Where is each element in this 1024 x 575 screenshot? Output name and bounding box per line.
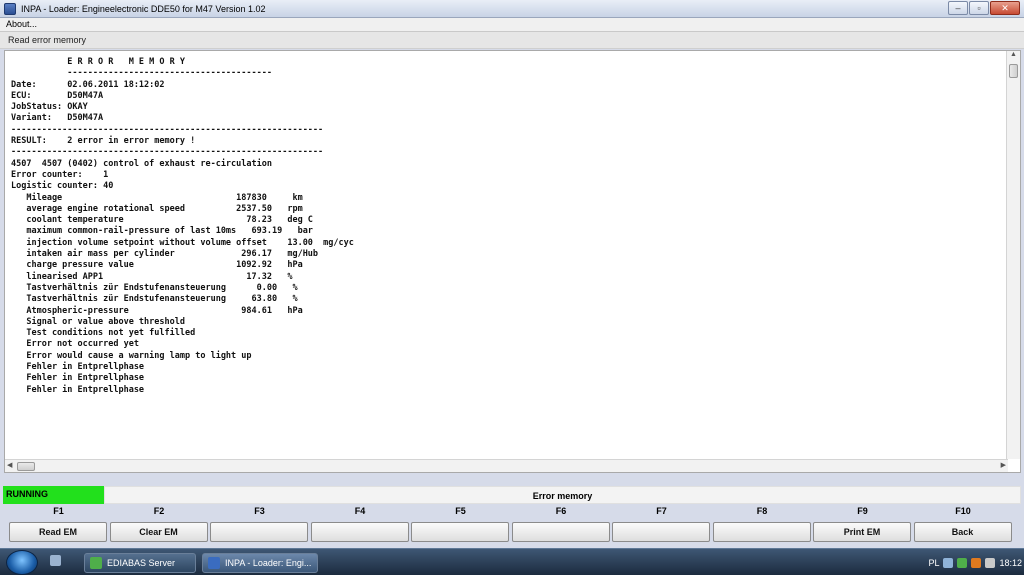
output-line: Test conditions not yet fulfilled — [11, 328, 196, 339]
taskbar-item-label: INPA - Loader: Engi... — [225, 558, 312, 568]
taskbar-item-label: EDIABAS Server — [107, 558, 176, 568]
fkey-label-f3: F3 — [254, 506, 265, 516]
output-line: Logistic counter: 40 — [11, 181, 114, 192]
output-line: ----------------------------------------… — [11, 124, 324, 135]
output-line: coolant temperature 78.23 deg C — [11, 215, 313, 226]
output-line: ----------------------------------------… — [11, 147, 324, 158]
network-icon[interactable] — [957, 558, 968, 568]
horizontal-scrollbar[interactable]: ◀ ▶ — [5, 459, 1008, 472]
fkey-label-f8: F8 — [756, 506, 768, 516]
minimize-button[interactable]: – — [948, 1, 968, 15]
output-line: Mileage 187830 km — [11, 192, 303, 203]
output-line: ---------------------------------------- — [11, 68, 272, 79]
panel-header: Read error memory — [0, 32, 1024, 49]
menu-bar: About... — [0, 18, 1024, 32]
output-line: Tastverhältnis zür Endstufenansteuerung … — [11, 282, 298, 293]
fkey-button-f2[interactable]: Clear EM — [109, 522, 208, 542]
language-indicator[interactable]: PL — [928, 558, 939, 568]
fkey-button-f9[interactable]: Print EM — [813, 522, 911, 542]
output-line: Variant: D50M47A — [11, 113, 104, 124]
output-line: average engine rotational speed 2537.50 … — [11, 203, 303, 214]
clock[interactable]: 18:12 — [999, 558, 1022, 568]
output-line: Atmospheric-pressure 984.61 hPa — [11, 305, 303, 316]
inpa-icon — [208, 557, 220, 569]
window-controls: – ▫ ✕ — [948, 1, 1020, 15]
output-line: JobStatus: OKAY — [11, 102, 88, 113]
fkey-label-f1: F1 — [53, 506, 64, 516]
output-line: charge pressure value 1092.92 hPa — [11, 260, 303, 271]
tray-icon[interactable] — [943, 558, 954, 568]
system-tray: PL 18:12 — [928, 553, 1022, 573]
output-line: ECU: D50M47A — [11, 90, 104, 101]
tray-app-icon[interactable] — [971, 558, 982, 568]
window-title: INPA - Loader: Engineelectronic DDE50 fo… — [21, 3, 266, 14]
output-line: Fehler in Entprellphase — [11, 384, 145, 395]
taskbar-item-ediabas[interactable]: EDIABAS Server — [84, 553, 196, 573]
start-button[interactable] — [6, 550, 38, 575]
output-line: 4507 4507 (0402) control of exhaust re-c… — [11, 158, 272, 169]
volume-icon[interactable] — [985, 558, 996, 568]
fkey-label-f6: F6 — [555, 506, 567, 516]
output-line: Error would cause a warning lamp to ligh… — [11, 350, 252, 361]
fkey-label-f5: F5 — [455, 506, 466, 516]
maximize-button[interactable]: ▫ — [969, 1, 989, 15]
output-line: intaken air mass per cylinder 296.17 mg/… — [11, 249, 319, 260]
fkey-button-f6[interactable] — [511, 522, 610, 542]
output-line: E R R O R M E M O R Y — [11, 57, 185, 67]
output-text: E R R O R M E M O R Y ------------------… — [11, 57, 1002, 458]
taskbar: EDIABAS Server INPA - Loader: Engi... PL… — [0, 548, 1024, 575]
fkey-button-f7[interactable] — [612, 522, 710, 542]
quick-launch-icon[interactable] — [50, 555, 61, 566]
output-line: Tastverhältnis zür Endstufenansteuerung … — [11, 294, 298, 305]
ediabas-icon — [90, 557, 102, 569]
vertical-scroll-thumb[interactable] — [1009, 64, 1018, 78]
horizontal-scroll-thumb[interactable] — [17, 462, 35, 471]
error-memory-output: E R R O R M E M O R Y ------------------… — [4, 50, 1021, 473]
output-line: Error counter: 1 — [11, 169, 109, 180]
output-line: Fehler in Entprellphase — [11, 362, 145, 373]
fkey-label-f4: F4 — [354, 506, 366, 516]
menu-item-about[interactable]: About... — [0, 18, 43, 30]
status-label: Error memory — [104, 486, 1021, 504]
scroll-right-icon[interactable]: ▶ — [1001, 461, 1006, 469]
fkey-label-f7: F7 — [656, 506, 667, 516]
app-icon — [4, 2, 16, 15]
output-line: maximum common-rail-pressure of last 10m… — [11, 226, 313, 237]
function-key-buttons: Read EM Clear EM Print EM Back — [0, 520, 1024, 545]
scroll-up-icon[interactable]: ▲ — [1007, 51, 1020, 63]
output-line: Fehler in Entprellphase — [11, 373, 145, 384]
fkey-label-f9: F9 — [857, 506, 868, 516]
taskbar-item-inpa[interactable]: INPA - Loader: Engi... — [202, 553, 318, 573]
status-row: RUNNING Error memory — [0, 485, 1024, 505]
fkey-button-f8[interactable] — [712, 522, 811, 542]
fkey-label-f2: F2 — [153, 506, 165, 516]
output-line: Signal or value above threshold — [11, 316, 185, 327]
fkey-button-f1[interactable]: Read EM — [9, 522, 107, 542]
fkey-label-f10: F10 — [955, 506, 971, 516]
output-line: Error not occurred yet — [11, 339, 139, 350]
close-button[interactable]: ✕ — [990, 1, 1020, 15]
vertical-scrollbar[interactable]: ▲ — [1006, 51, 1020, 459]
scroll-left-icon[interactable]: ◀ — [7, 461, 12, 469]
output-line: injection volume setpoint without volume… — [11, 237, 354, 248]
output-line: RESULT: 2 error in error memory ! — [11, 136, 196, 147]
title-bar: INPA - Loader: Engineelectronic DDE50 fo… — [0, 0, 1024, 18]
fkey-button-f10[interactable]: Back — [913, 522, 1012, 542]
quick-launch — [50, 555, 61, 566]
fkey-button-f5[interactable] — [411, 522, 509, 542]
fkey-button-f3[interactable] — [210, 522, 308, 542]
function-key-labels: F1 F2 F3 F4 F5 F6 F7 F8 F9 F10 — [0, 505, 1024, 519]
status-running-indicator: RUNNING — [3, 486, 104, 504]
output-line: linearised APP1 17.32 % — [11, 271, 293, 282]
output-line: Date: 02.06.2011 18:12:02 — [11, 79, 165, 90]
fkey-button-f4[interactable] — [310, 522, 409, 542]
